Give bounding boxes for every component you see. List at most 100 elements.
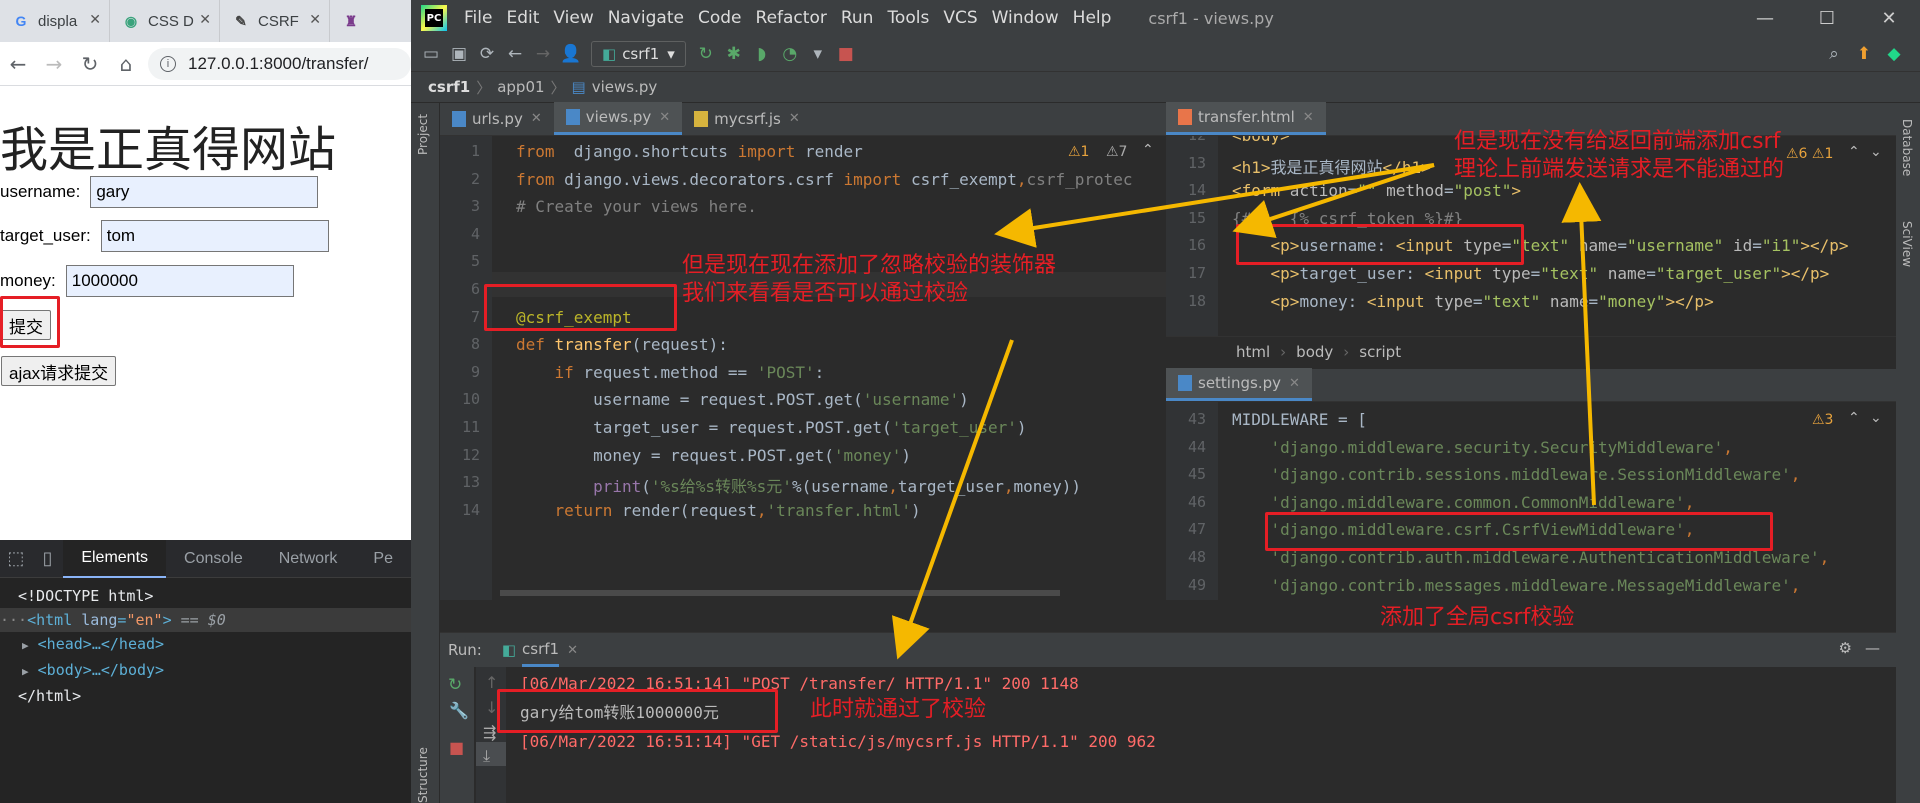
rerun-icon[interactable]: ↻: [692, 40, 720, 68]
menu-tools[interactable]: Tools: [880, 8, 936, 28]
dom-body-node[interactable]: ▶ <body>…</body>: [0, 658, 411, 684]
tab-performance[interactable]: Pe: [355, 540, 411, 578]
browser-tab-4[interactable]: ♜: [330, 0, 390, 42]
vcs-user-icon[interactable]: 👤: [557, 40, 585, 68]
menu-file[interactable]: File: [457, 8, 499, 28]
expand-arrow-icon[interactable]: ▶: [22, 639, 29, 652]
reload-icon[interactable]: ↻: [72, 46, 108, 82]
browser-tab-1[interactable]: G displa ✕: [0, 0, 110, 42]
close-icon[interactable]: ✕: [659, 110, 670, 125]
jetbrains-icon[interactable]: ◆: [1880, 40, 1908, 68]
warning-indicator[interactable]: ⚠6 ⚠1: [1786, 146, 1833, 162]
chevron-down-icon[interactable]: ⌄: [1870, 144, 1882, 160]
tab-elements[interactable]: Elements: [63, 540, 167, 578]
settings-editor[interactable]: 43 44 45 46 47 48 49 MIDDLEWARE = [ 'django.mi…: [1166, 402, 1896, 600]
back-icon[interactable]: ←: [0, 46, 36, 82]
open-folder-icon[interactable]: ▭: [417, 40, 445, 68]
sciview-tool-button[interactable]: SciView: [1900, 221, 1914, 267]
minimize-icon[interactable]: —: [1734, 0, 1796, 36]
chevron-down-icon[interactable]: ⌄: [1870, 410, 1882, 426]
breadcrumb-folder[interactable]: app01: [497, 78, 544, 96]
breadcrumb-file[interactable]: views.py: [592, 78, 658, 96]
coverage-icon[interactable]: ◗: [748, 40, 776, 68]
profile-icon[interactable]: ◔: [776, 40, 804, 68]
home-icon[interactable]: ⌂: [108, 46, 144, 82]
horizontal-scrollbar[interactable]: [500, 590, 1060, 596]
info-icon[interactable]: i: [160, 55, 176, 72]
maximize-icon[interactable]: ☐: [1796, 0, 1858, 36]
weak-warning-indicator[interactable]: ⚠7: [1106, 144, 1127, 160]
chevron-up-icon[interactable]: ⌃: [1142, 142, 1154, 158]
crumb-html[interactable]: html: [1236, 343, 1270, 361]
device-toggle-icon[interactable]: ▯: [32, 540, 64, 578]
menu-view[interactable]: View: [546, 8, 600, 28]
structure-tool-button[interactable]: Structure: [416, 747, 430, 803]
menu-refactor[interactable]: Refactor: [749, 8, 834, 28]
tab-settings-py[interactable]: settings.py ✕: [1166, 368, 1312, 401]
menu-window[interactable]: Window: [985, 8, 1066, 28]
gear-icon[interactable]: ⚙: [1839, 639, 1852, 657]
menu-edit[interactable]: Edit: [499, 8, 546, 28]
update-icon[interactable]: ⬆: [1850, 40, 1878, 68]
address-bar[interactable]: i 127.0.0.1:8000/transfer/: [148, 47, 411, 80]
back-icon[interactable]: ←: [501, 40, 529, 68]
menu-vcs[interactable]: VCS: [936, 8, 984, 28]
menu-help[interactable]: Help: [1066, 8, 1119, 28]
username-input[interactable]: [90, 176, 319, 208]
chevron-up-icon[interactable]: ⌃: [1848, 410, 1860, 426]
hide-panel-icon[interactable]: —: [1865, 639, 1880, 657]
dom-head-node[interactable]: ▶ <head>…</head>: [0, 632, 411, 658]
views-editor[interactable]: 1 2 3 4 5 6 7 8 9 10 11 12 13 14 from django.shortcut…: [440, 136, 1191, 600]
inspect-icon[interactable]: ⬚: [0, 540, 32, 578]
forward-icon[interactable]: →: [529, 40, 557, 68]
tab-urls-py[interactable]: urls.py ✕: [440, 102, 554, 135]
ajax-submit-button[interactable]: ajax请求提交: [1, 356, 117, 386]
menu-run[interactable]: Run: [834, 8, 881, 28]
tab-network[interactable]: Network: [261, 540, 356, 578]
close-icon[interactable]: ✕: [89, 11, 101, 28]
search-icon[interactable]: ⌕: [1820, 40, 1848, 68]
stop-icon[interactable]: ■: [440, 720, 474, 757]
expand-arrow-icon[interactable]: ▶: [22, 665, 29, 678]
sync-icon[interactable]: ⟳: [473, 40, 501, 68]
browser-tab-2[interactable]: ◉ CSS D ✕: [110, 0, 220, 42]
browser-tab-3[interactable]: ✎ CSRF ✕: [220, 0, 330, 42]
tab-transfer-html[interactable]: transfer.html ✕: [1166, 102, 1326, 135]
project-tool-button[interactable]: Project: [416, 114, 430, 155]
close-icon[interactable]: ✕: [789, 111, 800, 126]
line-number: 13: [1187, 153, 1206, 172]
close-icon[interactable]: ✕: [1289, 376, 1300, 391]
close-icon[interactable]: ✕: [1858, 0, 1920, 36]
tab-views-py[interactable]: views.py ✕: [553, 102, 683, 135]
close-icon[interactable]: ✕: [531, 111, 542, 126]
rerun-icon[interactable]: ↻: [440, 667, 474, 695]
menu-navigate[interactable]: Navigate: [601, 8, 691, 28]
chevron-down-icon[interactable]: ▾: [804, 40, 832, 68]
debug-icon[interactable]: ✱: [720, 40, 748, 68]
tab-mycsrf-js[interactable]: mycsrf.js ✕: [682, 102, 812, 135]
run-tab[interactable]: csrf1: [522, 634, 560, 667]
close-icon[interactable]: ✕: [1303, 110, 1314, 125]
wrench-icon[interactable]: 🔧: [440, 695, 474, 720]
close-icon[interactable]: ✕: [309, 11, 321, 28]
stop-icon[interactable]: ■: [832, 40, 860, 68]
run-config-select[interactable]: ◧ csrf1 ▾: [591, 40, 686, 67]
crumb-script[interactable]: script: [1359, 343, 1401, 361]
menu-code[interactable]: Code: [691, 8, 749, 28]
scroll-to-end-icon[interactable]: ⤓: [476, 742, 506, 766]
warning-indicator[interactable]: ⚠3: [1812, 412, 1833, 428]
database-tool-button[interactable]: Database: [1900, 119, 1914, 176]
warning-indicator[interactable]: ⚠1: [1068, 144, 1089, 160]
tab-console[interactable]: Console: [166, 540, 261, 578]
target-user-input[interactable]: [100, 220, 329, 252]
chevron-up-icon[interactable]: ⌃: [1848, 144, 1860, 160]
crumb-body[interactable]: body: [1296, 343, 1333, 361]
forward-icon[interactable]: →: [36, 46, 72, 82]
breadcrumb-project[interactable]: csrf1: [428, 78, 470, 96]
save-icon[interactable]: ▣: [445, 40, 473, 68]
dom-html-node[interactable]: ···<html lang="en"> == $0: [0, 608, 411, 632]
right-tool-strip: Database SciView: [1896, 103, 1920, 803]
money-input[interactable]: [65, 265, 294, 297]
close-icon[interactable]: ✕: [567, 643, 578, 658]
close-icon[interactable]: ✕: [199, 11, 211, 28]
